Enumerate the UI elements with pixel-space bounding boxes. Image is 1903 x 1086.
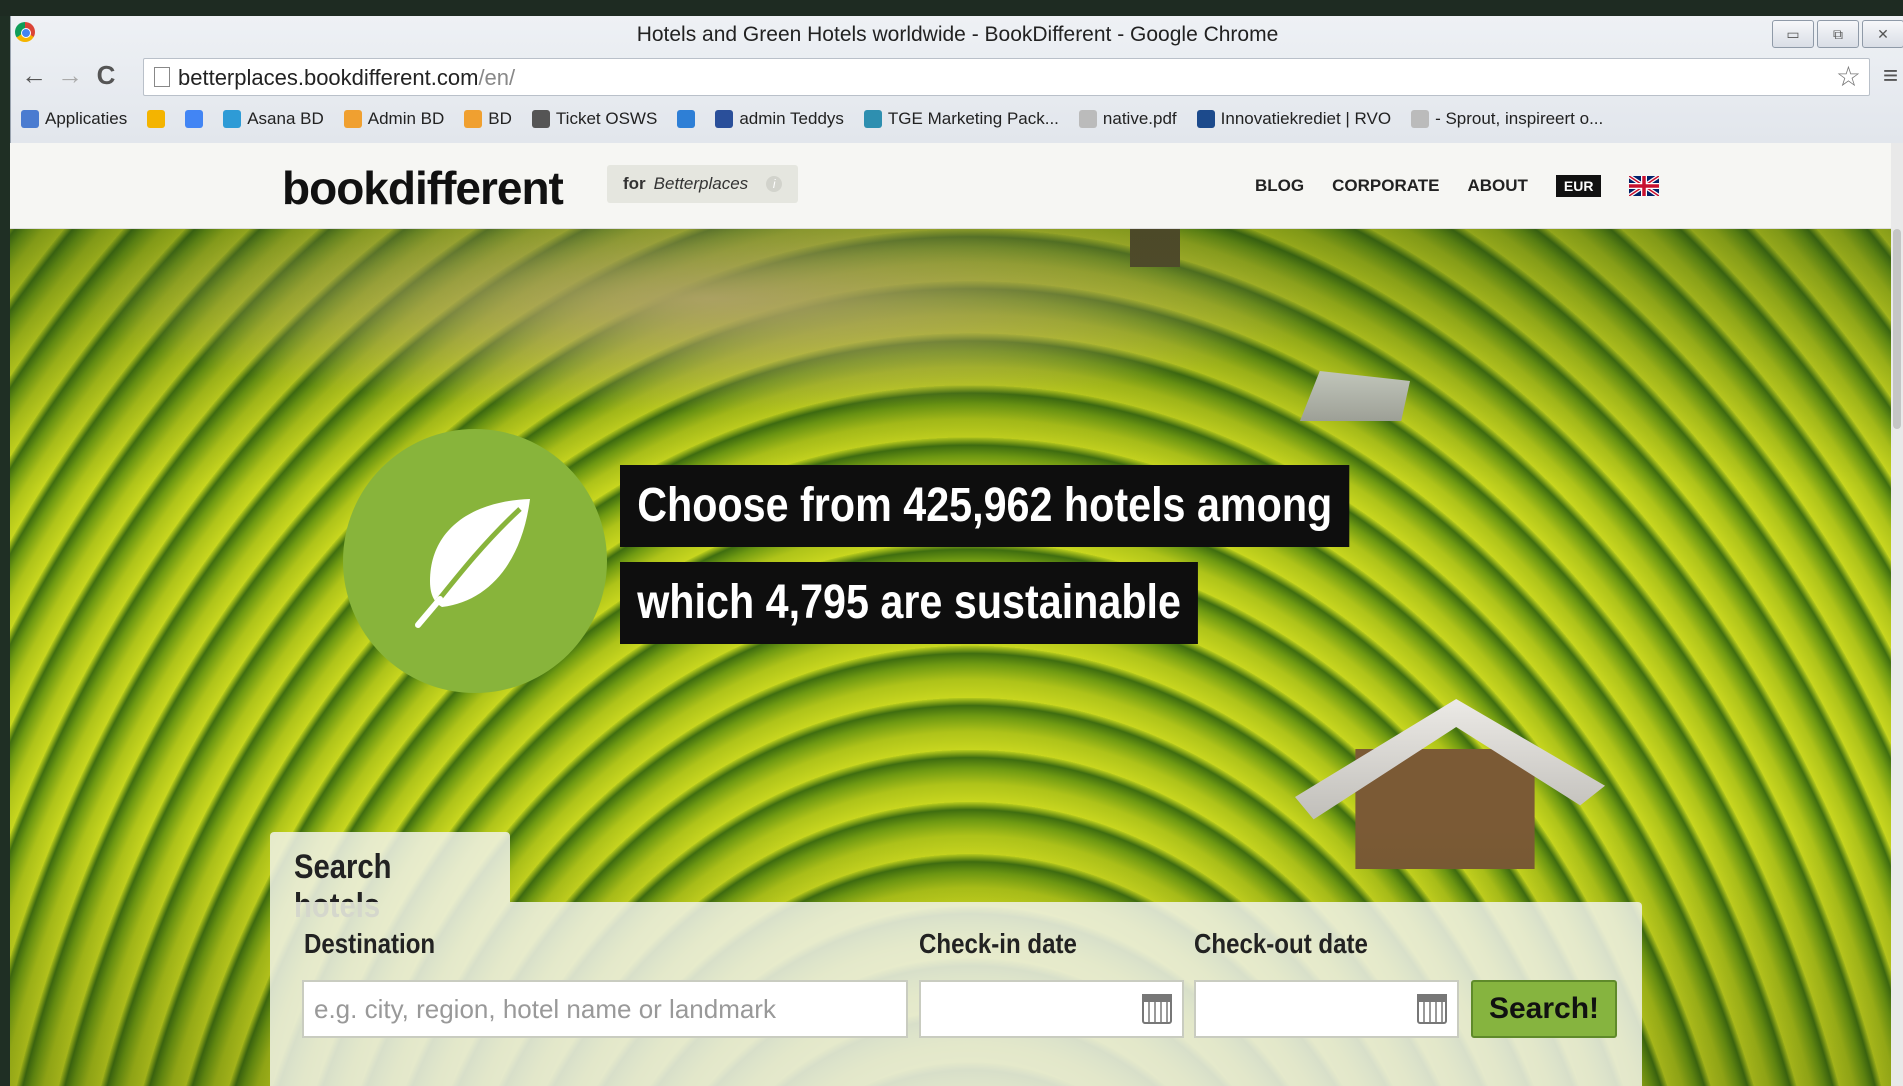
teddys-icon xyxy=(715,110,734,128)
bookmarks-bar: Applicaties Asana BD Admin BD BD Ticket OSWS… xyxy=(11,102,1903,136)
bookmark-item[interactable] xyxy=(677,110,696,128)
bookmark-item[interactable]: TGE Marketing Pack... xyxy=(863,109,1059,129)
bookdifferent-logo[interactable]: bookdifferent xyxy=(282,161,564,215)
bookmark-label: admin Teddys xyxy=(739,109,844,128)
bookmark-item[interactable]: Asana BD xyxy=(223,109,324,129)
nav-corporate[interactable]: CORPORATE xyxy=(1332,176,1439,196)
reload-icon[interactable]: C xyxy=(91,60,121,90)
calendar-icon[interactable] xyxy=(1142,994,1172,1024)
headline-line-2: which 4,795 are sustainable xyxy=(620,562,1199,644)
window-title: Hotels and Green Hotels worldwide - Book… xyxy=(636,23,1279,46)
bookmark-star-icon[interactable]: ☆ xyxy=(1836,60,1861,93)
bookmark-label: Applicaties xyxy=(45,109,128,128)
gear-icon xyxy=(863,110,882,128)
browser-chrome: Hotels and Green Hotels worldwide - Book… xyxy=(10,16,1903,143)
uk-flag-icon[interactable] xyxy=(1629,176,1660,196)
google-icon xyxy=(185,110,204,128)
bookmark-label: native.pdf xyxy=(1102,109,1177,128)
bookmark-item[interactable]: BD xyxy=(464,109,512,129)
window-controls: ▭ ⧉ ✕ xyxy=(1772,20,1903,48)
bd-icon xyxy=(464,110,483,128)
bookmark-label: Innovatiekrediet | RVO xyxy=(1220,109,1392,128)
search-button[interactable]: Search! xyxy=(1471,980,1617,1038)
headline-line-1: Choose from 425,962 hotels among xyxy=(620,465,1350,547)
bookmark-label: Admin BD xyxy=(367,109,445,128)
url-path: /en/ xyxy=(478,65,516,90)
close-button[interactable]: ✕ xyxy=(1862,20,1903,48)
bookmark-label: Asana BD xyxy=(247,109,324,128)
document-icon xyxy=(1078,110,1097,128)
x-icon xyxy=(677,110,696,128)
bookmark-label: Ticket OSWS xyxy=(555,109,658,128)
destination-input[interactable] xyxy=(304,982,906,1036)
leaf-badge xyxy=(343,429,607,693)
search-panel: Destination Check-in date Check-out date… xyxy=(270,902,1642,1086)
site-header: bookdifferent for Betterplaces i BLOG CO… xyxy=(10,143,1903,229)
bookmark-item[interactable]: admin Teddys xyxy=(715,109,844,129)
page-scrollbar[interactable] xyxy=(1891,143,1903,1086)
bookmark-item[interactable]: Admin BD xyxy=(343,109,445,129)
nav-blog[interactable]: BLOG xyxy=(1255,176,1304,196)
site-nav: BLOG CORPORATE ABOUT EUR xyxy=(1255,175,1660,197)
apps-grid-icon xyxy=(21,110,39,128)
destination-label: Destination xyxy=(304,928,436,959)
address-row: ← → C betterplaces.bookdifferent.com/en/… xyxy=(11,56,1903,96)
admin-icon xyxy=(343,110,362,128)
destination-field[interactable] xyxy=(302,980,908,1038)
bookmark-item[interactable] xyxy=(185,110,204,128)
bookmark-label: TGE Marketing Pack... xyxy=(887,109,1059,128)
partner-badge[interactable]: for Betterplaces i xyxy=(607,165,799,203)
title-bar: Hotels and Green Hotels worldwide - Book… xyxy=(11,16,1903,50)
hero-banner: Choose from 425,962 hotels among which 4… xyxy=(10,229,1903,1086)
document-icon xyxy=(1411,110,1430,128)
page-icon xyxy=(154,67,170,87)
search-tab: Search hotels xyxy=(270,832,510,925)
bookmark-label: BD xyxy=(488,109,512,128)
address-bar[interactable]: betterplaces.bookdifferent.com/en/ ☆ xyxy=(143,58,1870,96)
url-text[interactable]: betterplaces.bookdifferent.com/en/ xyxy=(178,65,515,91)
currency-selector[interactable]: EUR xyxy=(1555,175,1602,197)
leaf-icon xyxy=(415,499,530,628)
forward-arrow-icon[interactable]: → xyxy=(55,60,85,90)
restore-button[interactable]: ⧉ xyxy=(1817,20,1859,48)
rvo-icon xyxy=(1196,110,1215,128)
partner-prefix: for xyxy=(623,174,646,193)
info-icon[interactable]: i xyxy=(766,176,783,192)
screen-top-edge xyxy=(0,0,1903,16)
partner-name: Betterplaces xyxy=(653,174,749,193)
scrollbar-thumb[interactable] xyxy=(1893,229,1901,429)
asana-icon xyxy=(223,110,242,128)
checkin-label: Check-in date xyxy=(919,928,1077,959)
checkin-field[interactable] xyxy=(919,980,1184,1038)
checkout-label: Check-out date xyxy=(1194,928,1368,959)
url-host: betterplaces.bookdifferent.com xyxy=(178,65,479,90)
bookmark-item[interactable]: - Sprout, inspireert o... xyxy=(1411,109,1603,129)
nav-about[interactable]: ABOUT xyxy=(1467,176,1527,196)
back-arrow-icon[interactable]: ← xyxy=(19,60,49,90)
minimize-button[interactable]: ▭ xyxy=(1772,20,1814,48)
chrome-menu-icon[interactable]: ≡ xyxy=(1883,60,1898,91)
checkout-field[interactable] xyxy=(1194,980,1459,1038)
bookmark-item[interactable]: native.pdf xyxy=(1078,109,1177,129)
ticket-icon xyxy=(531,110,550,128)
calendar-icon[interactable] xyxy=(1417,994,1447,1024)
bookmark-item[interactable]: Innovatiekrediet | RVO xyxy=(1196,109,1392,129)
bookmark-item[interactable]: Applicaties xyxy=(21,109,127,129)
bookmark-item[interactable] xyxy=(147,110,166,128)
bookmark-item[interactable]: Ticket OSWS xyxy=(531,109,658,129)
bookmark-label: - Sprout, inspireert o... xyxy=(1435,109,1604,128)
drive-icon xyxy=(147,110,166,128)
